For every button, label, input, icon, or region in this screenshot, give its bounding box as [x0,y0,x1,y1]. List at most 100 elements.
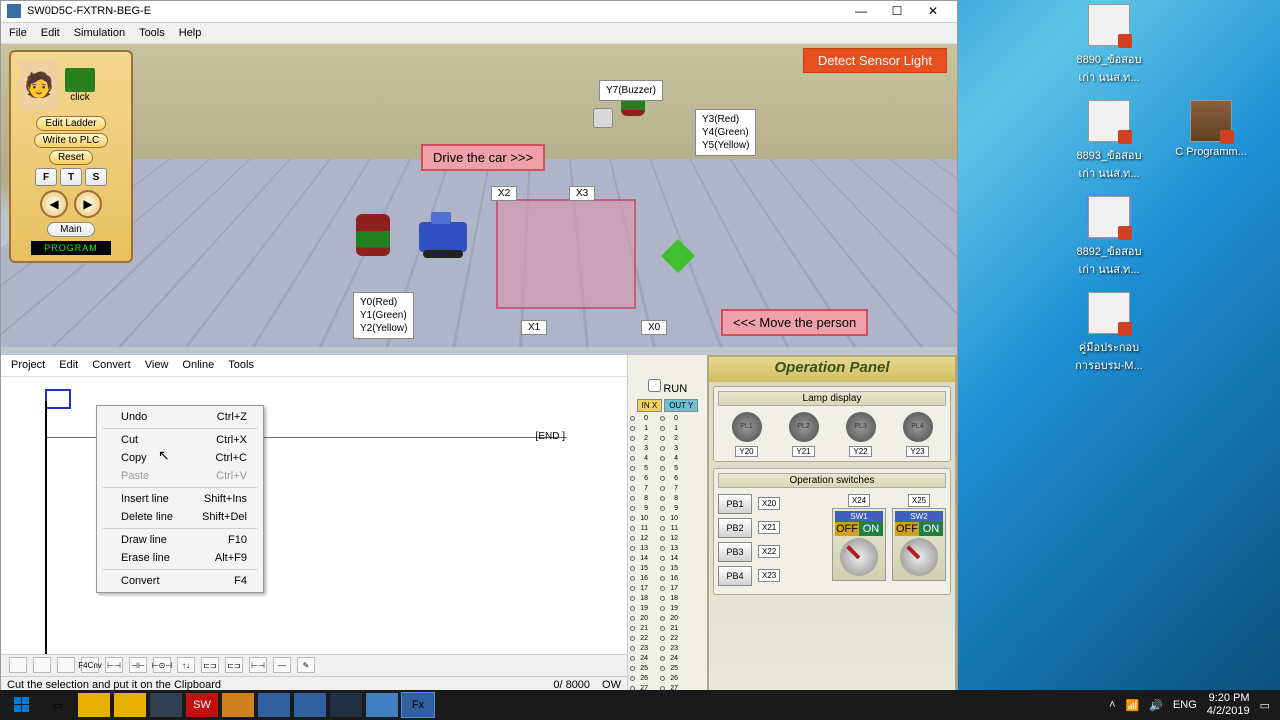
left-lights-label: Y0(Red) Y1(Green) Y2(Yellow) [353,292,414,339]
desktop-file-3[interactable]: C Programm... [1172,100,1250,182]
s-button[interactable]: S [85,168,107,186]
tray-lang[interactable]: ENG [1173,699,1197,711]
ctx-copy[interactable]: CopyCtrl+C [97,449,263,467]
taskbar-app-active[interactable]: Fx [402,693,434,717]
edit-ladder-button[interactable]: Edit Ladder [36,116,105,131]
taskbar-app-8[interactable] [330,693,362,717]
lamp-1: PL1 [732,412,762,442]
toolbar-btn-12[interactable]: ✎ [297,657,315,673]
titlebar[interactable]: SW0D5C-FXTRN-BEG-E — ☐ ✕ [1,1,957,23]
book-icon[interactable] [65,68,95,92]
window-title: SW0D5C-FXTRN-BEG-E [27,5,843,17]
ctx-insert-line[interactable]: Insert lineShift+Ins [97,490,263,508]
editor-menubar: Project Edit Convert View Online Tools [1,355,627,377]
x2-tag: X2 [491,186,517,201]
tray-chevron-icon[interactable]: ˄ [1109,699,1115,711]
ctx-paste: PasteCtrl+V [97,467,263,485]
toolbar-btn-4[interactable]: ⊢⊣ [105,657,123,673]
toolbar-btn-5[interactable]: ⊣⊢ [129,657,147,673]
taskbar-app-3[interactable] [150,693,182,717]
context-menu: UndoCtrl+Z CutCtrl+XCopyCtrl+CPasteCtrl+V… [96,405,264,593]
taskbar-app-6[interactable] [258,693,290,717]
toolbar-btn-0[interactable] [9,657,27,673]
ctx-undo[interactable]: UndoCtrl+Z [97,408,263,426]
taskview-button[interactable]: ▭ [42,693,74,717]
write-plc-button[interactable]: Write to PLC [34,133,109,148]
t-button[interactable]: T [60,168,82,186]
minimize-button[interactable]: — [843,1,879,21]
taskbar-app-5[interactable] [222,693,254,717]
bottom-toolbar: F4Cnv ⊢⊣ ⊣⊢ ⊢⊙⊣ ↑↓ ⊏⊐ ⊏⊐ ⊢⊣ — ✎ [1,654,627,676]
menu-tools2[interactable]: Tools [228,359,254,371]
x3-tag: X3 [569,186,595,201]
taskbar-app-1[interactable] [78,693,110,717]
menu-file[interactable]: File [9,27,27,39]
close-button[interactable]: ✕ [915,1,951,21]
tray-volume-icon[interactable]: 🔊 [1149,699,1163,712]
next-button[interactable]: ▶ [74,190,102,218]
sensor-light-label: Detect Sensor Light [803,48,947,73]
drive-hint: Drive the car >>> [421,144,545,171]
ctx-delete-line[interactable]: Delete lineShift+Del [97,508,263,526]
ctx-erase-line[interactable]: Erase lineAlt+F9 [97,549,263,567]
menu-help[interactable]: Help [179,27,202,39]
menu-project[interactable]: Project [11,359,45,371]
ctx-convert[interactable]: ConvertF4 [97,572,263,590]
toolbar-btn-10[interactable]: ⊢⊣ [249,657,267,673]
traffic-light-left [356,214,390,256]
pb4[interactable]: PB4 [718,566,752,586]
taskbar: ▭ SW Fx ˄ 📶 🔊 ENG 9:20 PM4/2/2019 ▭ [0,690,1280,720]
toolbar-btn-1[interactable] [33,657,51,673]
menu-convert[interactable]: Convert [92,359,131,371]
f-button[interactable]: F [35,168,57,186]
toolbar-btn-6[interactable]: ⊢⊙⊣ [153,657,171,673]
app-window: SW0D5C-FXTRN-BEG-E — ☐ ✕ File Edit Simul… [0,0,958,695]
pb2[interactable]: PB2 [718,518,752,538]
menu-edit[interactable]: Edit [41,27,60,39]
sw2[interactable]: SW2 OFFON [892,508,946,581]
menu-edit2[interactable]: Edit [59,359,78,371]
desktop-file-4[interactable]: 8892_ข้อสอบเก่า นนส.ท... [1070,196,1148,278]
avatar-icon: 🧑 [19,60,59,110]
desktop-file-2[interactable]: 8893_ข้อสอบเก่า นนส.ท... [1070,100,1148,182]
toolbar-btn-3[interactable]: F4Cnv [81,657,99,673]
prev-button[interactable]: ◀ [40,190,68,218]
toolbar-btn-2[interactable] [57,657,75,673]
toolbar-btn-11[interactable]: — [273,657,291,673]
taskbar-app-7[interactable] [294,693,326,717]
toolbar-btn-7[interactable]: ↑↓ [177,657,195,673]
toolbar-btn-8[interactable]: ⊏⊐ [201,657,219,673]
ctx-cut[interactable]: CutCtrl+X [97,431,263,449]
run-checkbox[interactable] [648,379,661,392]
ctx-draw-line[interactable]: Draw lineF10 [97,531,263,549]
tray-notifications-icon[interactable]: ▭ [1260,699,1270,712]
desktop-file-5[interactable]: คู่มือประกอบการอบรม-M... [1070,292,1148,374]
outy-header: OUT Y [664,399,698,412]
desktop-icons: 8890_ข้อสอบเก่า นนส.ท... 8893_ข้อสอบเก่า… [1070,4,1270,374]
pb3[interactable]: PB3 [718,542,752,562]
taskbar-app-9[interactable] [366,693,398,717]
io-panel: RUN IN X OUT Y 0011223344556677889910101… [627,355,707,694]
op-panel-title: Operation Panel [709,357,955,382]
taskbar-app-2[interactable] [114,693,146,717]
menu-online[interactable]: Online [182,359,214,371]
pb1[interactable]: PB1 [718,494,752,514]
menu-tools[interactable]: Tools [139,27,165,39]
menu-view[interactable]: View [145,359,169,371]
operation-panel: Operation Panel Lamp display PL1 PL2 PL3… [707,355,957,694]
tray-clock[interactable]: 9:20 PM4/2/2019 [1207,692,1250,718]
reset-button[interactable]: Reset [49,150,93,165]
menu-simulation[interactable]: Simulation [74,27,125,39]
ladder-cursor-cell[interactable] [45,389,71,409]
x0-tag: X0 [641,320,667,335]
tray-network-icon[interactable]: 📶 [1126,699,1140,712]
start-button[interactable] [6,693,38,717]
toolbar-btn-9[interactable]: ⊏⊐ [225,657,243,673]
cursor-icon: ↖ [158,447,170,464]
taskbar-app-4[interactable]: SW [186,693,218,717]
sw1[interactable]: SW1 OFFON [832,508,886,581]
desktop-file-1[interactable]: 8890_ข้อสอบเก่า นนส.ท... [1070,4,1148,86]
main-button[interactable]: Main [47,222,95,237]
ladder-canvas[interactable]: [END ] UndoCtrl+ZCutCtrl+XCopyCtrl+CPast… [1,377,627,654]
maximize-button[interactable]: ☐ [879,1,915,21]
